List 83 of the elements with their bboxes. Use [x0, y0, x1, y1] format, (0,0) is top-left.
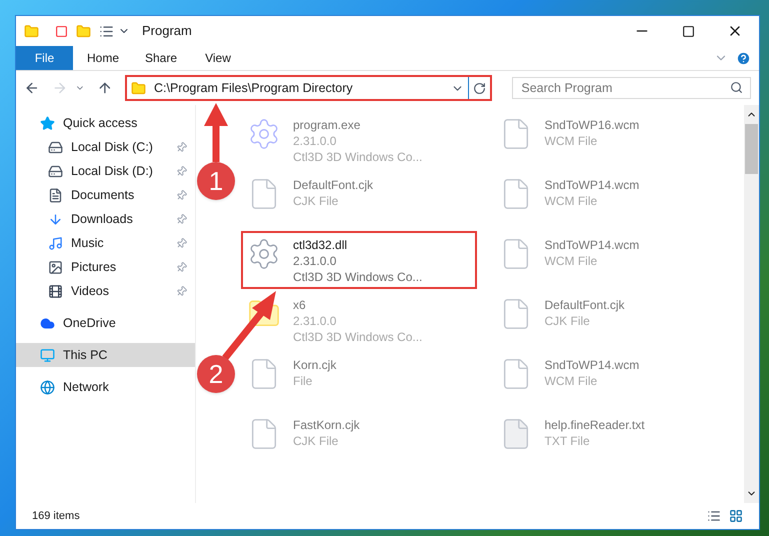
file-tile[interactable]: SndToWP16.wcm WCM File [492, 111, 728, 169]
file-name: SndToWP14.wcm [544, 237, 640, 253]
nav-item[interactable]: Documents [16, 183, 195, 207]
file-detail: 2.31.0.0 [293, 253, 338, 269]
cloud-icon [40, 316, 55, 330]
nav-item[interactable]: This PC [16, 343, 195, 367]
file-detail: WCM File [544, 373, 598, 389]
file-detail: 2.31.0.0 [293, 133, 338, 149]
file-detail: TXT File [544, 433, 591, 449]
ribbon-tab[interactable]: Home [73, 46, 131, 70]
drive-icon [48, 140, 63, 154]
file-tile[interactable]: FastKorn.cjk CJK File [241, 411, 477, 469]
nav-item[interactable]: Local Disk (C:) [16, 135, 195, 159]
nav-item[interactable]: Quick access [16, 111, 195, 135]
file-tile[interactable]: SndToWP14.wcm WCM File [492, 231, 728, 289]
file-name: Korn.cjk [293, 357, 336, 373]
file-tile[interactable]: ctl3d32.dll 2.31.0.0 Ctl3D 3D Windows Co... [241, 231, 477, 289]
file-name: SndToWP16.wcm [544, 117, 640, 133]
file-tile[interactable]: SndToWP14.wcm WCM File [492, 171, 728, 229]
file-name: FastKorn.cjk [293, 417, 360, 433]
file-name: SndToWP14.wcm [544, 357, 640, 373]
scroll-thumb[interactable] [745, 124, 758, 174]
refresh-icon[interactable] [473, 82, 486, 94]
file-name: DefaultFont.cjk [293, 177, 374, 193]
file-tile[interactable]: program.exe 2.31.0.0 Ctl3D 3D Windows Co... [241, 111, 477, 169]
file-detail: WCM File [544, 133, 598, 149]
file-detail: WCM File [544, 253, 598, 269]
file-detail: Ctl3D 3D Windows Co... [293, 269, 422, 285]
tiles-view-icon[interactable] [729, 509, 743, 523]
details-view-icon[interactable] [707, 509, 721, 523]
maximize-icon[interactable] [682, 24, 695, 38]
file-name: x6 [293, 297, 307, 313]
folder-icon [130, 80, 146, 96]
file-tile[interactable]: Korn.cjk File [241, 351, 477, 409]
pointer-arrow [222, 291, 276, 360]
music-note-icon [48, 236, 63, 250]
file-tile[interactable]: help.fineReader.txt TXT File [492, 411, 728, 469]
file-tile[interactable]: SndToWP14.wcm WCM File [492, 351, 728, 409]
back-icon[interactable] [24, 80, 40, 96]
ribbon-tab[interactable]: File [16, 46, 73, 70]
file-detail: CJK File [293, 433, 340, 449]
network-icon [40, 380, 55, 394]
ribbon-tab[interactable]: Share [131, 46, 189, 70]
file-detail: CJK File [544, 313, 591, 329]
download-icon [48, 212, 63, 226]
search-field[interactable]: Search Program [512, 77, 752, 99]
nav-item[interactable]: Videos [16, 279, 195, 303]
scrollbar[interactable] [744, 105, 759, 503]
file-detail: Ctl3D 3D Windows Co... [293, 329, 422, 345]
item-count: 169 items [32, 508, 80, 524]
search-icon [730, 81, 744, 94]
file-detail: Ctl3D 3D Windows Co... [293, 149, 422, 165]
nav-item[interactable]: OneDrive [16, 311, 195, 335]
file-name: program.exe [293, 117, 362, 133]
nav-item[interactable]: Music [16, 231, 195, 255]
file-detail: File [293, 373, 314, 389]
view-options-icon[interactable] [99, 24, 114, 38]
file-tile[interactable]: DefaultFont.cjk CJK File [492, 291, 728, 349]
drive-icon [48, 164, 63, 178]
nav-item[interactable]: Local Disk (D:) [16, 159, 195, 183]
file-name: ctl3d32.dll [293, 237, 348, 253]
window-title: Program [142, 22, 192, 40]
pointer-arrow [204, 103, 228, 162]
nav-item[interactable]: Downloads [16, 207, 195, 231]
file-detail: 2.31.0.0 [293, 313, 338, 329]
ribbon-tab[interactable]: View [189, 46, 247, 70]
file-name: DefaultFont.cjk [544, 297, 625, 313]
film-icon [48, 284, 63, 298]
address-bar[interactable]: C:\Program Files\Program Directory [124, 75, 492, 101]
document-icon [48, 188, 63, 202]
picture-icon [48, 260, 63, 274]
help-icon[interactable] [736, 50, 751, 66]
file-detail: CJK File [293, 193, 340, 209]
file-tile[interactable]: DefaultFont.cjk CJK File [241, 171, 477, 229]
star-icon [40, 116, 55, 130]
up-icon[interactable] [97, 80, 113, 96]
monitor-icon [40, 348, 55, 362]
file-name: help.fineReader.txt [544, 417, 645, 433]
nav-item[interactable]: Network [16, 375, 195, 399]
file-detail: WCM File [544, 193, 598, 209]
file-name: SndToWP14.wcm [544, 177, 640, 193]
address-path: C:\Program Files\Program Directory [154, 80, 354, 97]
nav-item[interactable]: Pictures [16, 255, 195, 279]
